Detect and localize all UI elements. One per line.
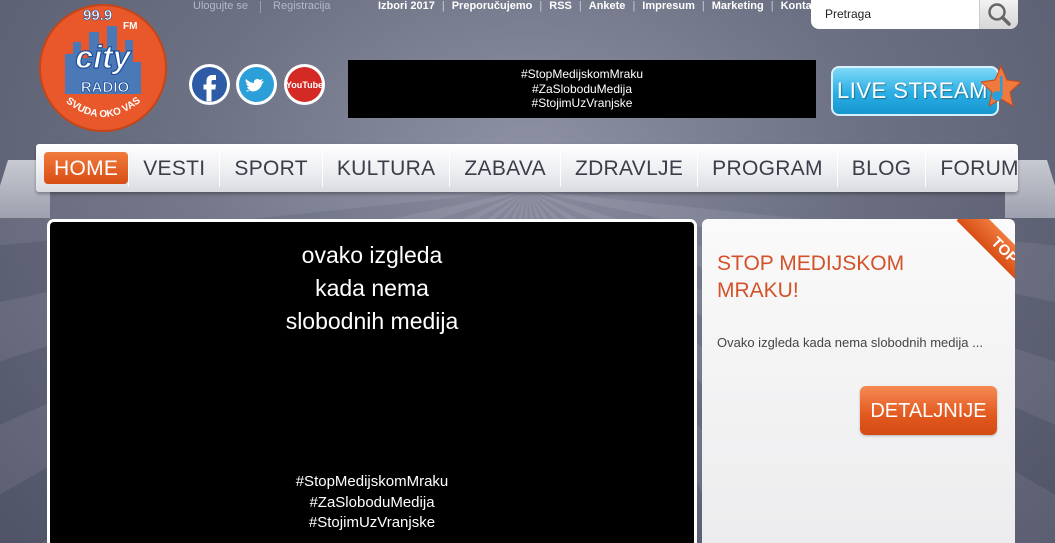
top-link-izbori[interactable]: Izbori 2017 <box>378 0 435 12</box>
details-button[interactable]: DETALJNIJE <box>860 386 997 435</box>
video-line: ovako izgleda <box>301 242 443 268</box>
top-ribbon-label: TOP <box>956 219 1015 297</box>
logo-brand-bottom: RADIO <box>81 79 130 96</box>
search-input[interactable] <box>811 0 979 28</box>
nav-item-vesti[interactable]: VESTI <box>129 152 219 184</box>
search-box <box>811 0 1018 29</box>
video-hashtags: #StopMedijskomMraku #ZaSloboduMedija #St… <box>50 472 694 534</box>
video-tag: #ZaSloboduMedija <box>309 493 435 511</box>
nav-item-home[interactable]: HOME <box>44 152 129 184</box>
youtube-icon[interactable]: YouTube <box>283 63 326 106</box>
top-links: Izbori 2017 | Preporučujemo | RSS | Ankete |… <box>378 0 822 12</box>
story-excerpt: Ovako izgleda kada nema slobodnih medija… <box>717 335 983 350</box>
video-line: kada nema <box>315 275 429 301</box>
featured-video[interactable]: ovako izgleda kada nema slobodnih medija… <box>47 219 697 543</box>
music-note-icon <box>981 64 1021 108</box>
twitter-icon[interactable] <box>235 63 278 106</box>
story-title[interactable]: STOP MEDIJSKOM MRAKU! <box>717 250 957 304</box>
top-ribbon: TOP <box>947 219 1015 297</box>
login-link[interactable]: Ulogujte se <box>193 0 260 13</box>
nav-item-blog[interactable]: BLOG <box>838 152 926 184</box>
banner-line: #ZaSloboduMedija <box>531 81 633 96</box>
logo-brand-top: city <box>75 39 132 75</box>
video-line: slobodnih medija <box>285 308 459 334</box>
top-link-rss[interactable]: RSS <box>549 0 572 12</box>
banner-line: #StojimUzVranjske <box>531 96 633 110</box>
nav-item-zabava[interactable]: ZABAVA <box>450 152 560 184</box>
top-story-panel: TOP STOP MEDIJSKOM MRAKU! Ovako izgleda … <box>702 219 1015 543</box>
logo-band: FM <box>123 21 137 32</box>
city-radio-logo[interactable]: 99.9 FM city RADIO SVUDA OKO VAS <box>37 2 173 132</box>
top-link-impresum[interactable]: Impresum <box>642 0 695 12</box>
banner-line: #StopMedijskomMraku <box>520 67 644 81</box>
auth-divider <box>260 1 262 13</box>
video-headline: ovako izgleda kada nema slobodnih medija <box>50 239 694 338</box>
facebook-icon[interactable] <box>188 63 231 106</box>
video-tag: #StopMedijskomMraku <box>295 473 449 490</box>
live-stream-button[interactable]: LIVE STREAM <box>831 62 1021 118</box>
search-icon <box>988 2 1011 26</box>
top-link-preporucujemo[interactable]: Preporučujemo <box>452 0 533 12</box>
video-tag: #StojimUzVranjske <box>308 514 436 531</box>
logo-frequency: 99.9 <box>83 7 112 24</box>
nav-item-program[interactable]: PROGRAM <box>698 152 837 184</box>
top-link-ankete[interactable]: Ankete <box>589 0 626 12</box>
nav-item-forum[interactable]: FORUM <box>926 152 1033 184</box>
nav-item-kultura[interactable]: KULTURA <box>323 152 450 184</box>
top-link-marketing[interactable]: Marketing <box>712 0 764 12</box>
search-button[interactable] <box>979 0 1018 29</box>
youtube-label: YouTube <box>286 80 323 90</box>
nav-item-sport[interactable]: SPORT <box>220 152 321 184</box>
main-nav: HOME VESTI SPORT KULTURA ZABAVA ZDRAVLJE… <box>36 144 1019 192</box>
nav-item-zdravlje[interactable]: ZDRAVLJE <box>561 152 697 184</box>
register-link[interactable]: Registracija <box>273 0 342 13</box>
header-banner[interactable]: #StopMedijskomMraku #ZaSloboduMedija #St… <box>348 60 816 118</box>
live-stream-label: LIVE STREAM <box>837 78 988 103</box>
